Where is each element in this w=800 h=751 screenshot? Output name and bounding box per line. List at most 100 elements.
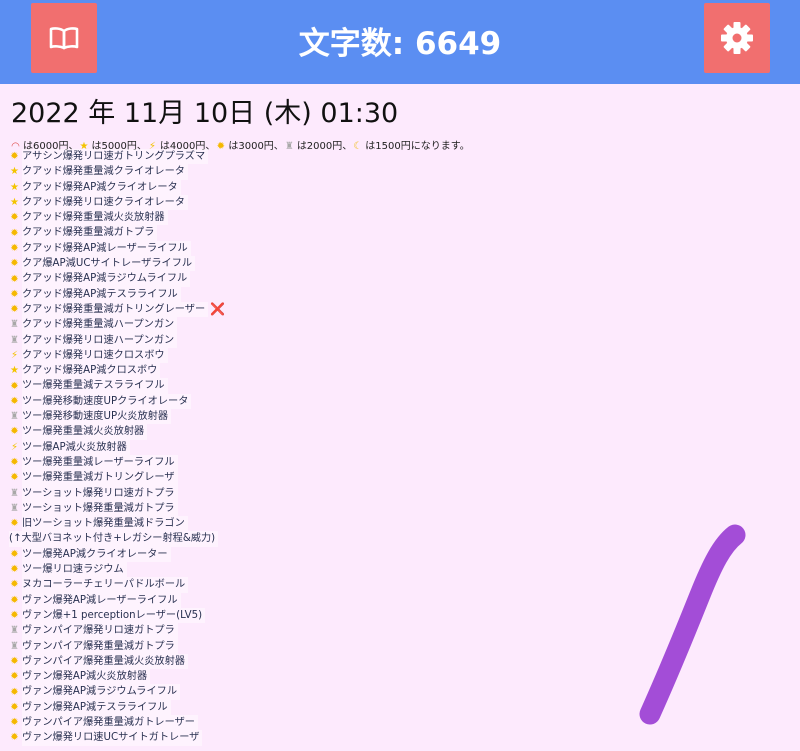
list-item-label: アサシン爆発リロ速ガトリングプラズマ	[22, 149, 209, 165]
list-item-label: ツー爆発重量減レーザーライフル	[22, 454, 178, 471]
settings-button[interactable]	[704, 3, 770, 73]
list-item: ✹ ツー爆発重量減ガトリングレーザ	[9, 470, 609, 486]
sun-icon: ✹	[10, 594, 19, 606]
list-item-label: (↑大型バヨネット付き+レガシー射程&威力)	[9, 531, 219, 547]
list-item: ✹ ツー爆発重量減テスラライフル	[9, 378, 609, 394]
star-icon: ★	[10, 181, 19, 193]
list-item-label: ヴァン爆発AP減レーザーライフル	[22, 592, 181, 608]
date-time-heading: 2022 年 11月 10日 (木) 01:30	[11, 98, 399, 129]
sun-icon: ✹	[10, 548, 19, 560]
sun-icon: ✹	[10, 227, 19, 239]
list-item: (↑大型バヨネット付き+レガシー射程&威力)	[9, 531, 609, 547]
list-item-label: クアッド爆発リロ速クライオレータ	[22, 194, 188, 211]
list-item-label: ツー爆発重量減テスラライフル	[22, 378, 168, 394]
star-icon: ★	[10, 365, 19, 377]
list-item: ♜ ヴァンパイア爆発リロ速ガトプラ	[9, 623, 609, 639]
list-item-label: ヌカコーラーチェリーパドルボール	[22, 577, 189, 593]
sun-icon: ✹	[10, 579, 19, 591]
list-item-label: ツー爆発AP減クライオレーター	[22, 546, 171, 563]
sun-icon: ✹	[10, 426, 19, 438]
sun-icon: ✹	[10, 380, 19, 392]
bag-icon: ♜	[10, 640, 19, 652]
list-item: ✹ ヴァンパイア爆発重量減ガトレーザー	[9, 714, 609, 731]
list-item-label: ツー爆リロ速ラジウム	[22, 562, 127, 578]
sun-icon: ✹	[10, 288, 19, 300]
list-item-label: クアッド爆発重量減ガトプラ	[22, 225, 158, 241]
list-item: ✹ クア爆AP減UCサイトレーザライフル	[9, 256, 609, 272]
list-item-label: ヴァン爆発AP減テスラライフル	[22, 699, 171, 715]
sun-icon: ✹	[10, 686, 19, 698]
list-item-label: ヴァンパイア爆発リロ速ガトプラ	[22, 623, 178, 639]
sun-icon: ✹	[10, 304, 19, 316]
list-item-label: クアッド爆発AP減クロスボウ	[22, 363, 161, 379]
sun-icon: ✹	[10, 655, 19, 667]
list-item: ✹ ヴァンパイア爆発重量減火炎放射器	[9, 653, 609, 670]
bag-icon: ♜	[10, 411, 19, 423]
list-item-label: クアッド爆発重量減クライオレータ	[22, 164, 188, 180]
list-item-label: ツーショット爆発重量減ガトプラ	[22, 500, 178, 517]
list-item-label: クアッド爆発AP減テスラライフル	[22, 286, 181, 302]
sun-icon: ✹	[10, 151, 19, 163]
list-item: ★ クアッド爆発AP減クロスボウ	[9, 363, 609, 379]
list-item: ✹ ツー爆発重量減レーザーライフル	[9, 454, 609, 471]
list-item-label: ツー爆発移動速度UPクライオレータ	[22, 393, 192, 410]
list-item-label: クアッド爆発AP減クライオレータ	[22, 179, 181, 195]
list-item-label: ツー爆発重量減火炎放射器	[22, 424, 148, 440]
list-item-label: ヴァンパイア爆発重量減ガトレーザー	[22, 714, 198, 731]
list-item-label: クアッド爆発重量減ハープンガン	[22, 317, 178, 333]
sun-icon: ✹	[10, 242, 19, 254]
sun-icon: ✹	[10, 457, 19, 469]
list-item: ✹ クアッド爆発重量減ガトプラ	[9, 225, 609, 241]
list-item: ♜ ツーショット爆発リロ速ガトプラ	[9, 485, 609, 501]
sun-icon: ✹	[10, 610, 19, 622]
bag-icon: ♜	[10, 625, 19, 637]
bag-icon: ♜	[10, 502, 19, 514]
sun-icon: ✹	[10, 564, 19, 576]
sun-icon: ✹	[10, 732, 19, 744]
bolt-icon: ⚡	[10, 350, 19, 361]
sun-icon: ✹	[10, 472, 19, 484]
list-item-label: ツー爆AP減火炎放射器	[22, 439, 130, 455]
list-item-label: ヴァン爆発リロ速UCサイトガトレーザ	[22, 730, 203, 746]
bag-icon: ♜	[10, 334, 19, 346]
list-item: ★ クアッド爆発重量減クライオレータ	[9, 164, 609, 180]
list-item: ✹ アサシン爆発リロ速ガトリングプラズマ	[9, 149, 609, 165]
list-item: ✹ ヴァン爆発AP減レーザーライフル	[9, 592, 609, 608]
sun-icon: ✹	[10, 273, 19, 285]
list-item-label: クアッド爆発リロ速ハープンガン	[22, 332, 178, 348]
list-item: ✹ ヴァン爆発AP減テスラライフル	[9, 699, 609, 715]
list-item-label: クア爆AP減UCサイトレーザライフル	[22, 256, 196, 272]
list-item: ✹ ヴァン爆+1 perceptionレーザー(LV5)	[9, 607, 609, 624]
list-item-label: ヴァン爆発AP減火炎放射器	[22, 669, 151, 685]
book-icon	[49, 27, 79, 50]
list-item: ♜ クアッド爆発重量減ハープンガン	[9, 317, 609, 333]
list-item: ✹ ツー爆発AP減クライオレーター	[9, 546, 609, 563]
list-item-label: ツー爆発移動速度UP火炎放射器	[22, 409, 172, 425]
cross-mark-icon: ❌	[210, 301, 226, 316]
list-item: ✹ 旧ツーショット爆発重量減ドラゴン	[9, 516, 609, 532]
list-item: ⚡ ツー爆AP減火炎放射器	[9, 439, 609, 455]
sun-icon: ✹	[10, 212, 19, 224]
list-item: ★ クアッド爆発リロ速クライオレータ	[9, 194, 609, 211]
list-item-label: ヴァンパイア爆発重量減ガトプラ	[22, 638, 178, 654]
list-item: ♜ クアッド爆発リロ速ハープンガン	[9, 332, 609, 348]
gear-icon	[721, 22, 753, 54]
bag-icon: ♜	[10, 487, 19, 499]
sun-icon: ✹	[10, 518, 19, 530]
sun-icon: ✹	[10, 701, 19, 713]
list-item: ★ クアッド爆発AP減クライオレータ	[9, 179, 609, 195]
list-item: ✹ ツー爆発重量減火炎放射器	[9, 424, 609, 440]
list-item-label: ヴァン爆+1 perceptionレーザー(LV5)	[22, 607, 206, 624]
item-list[interactable]: ✹ アサシン爆発リロ速ガトリングプラズマ ★ クアッド爆発重量減クライオレータ ★ クアッ…	[9, 149, 609, 746]
character-count-title: 文字数: 6649	[298, 26, 502, 62]
list-item-label: 旧ツーショット爆発重量減ドラゴン	[22, 516, 188, 532]
book-button[interactable]	[31, 3, 97, 73]
list-item: ✹ クアッド爆発AP減レーザーライフル	[9, 240, 609, 257]
bag-icon: ♜	[10, 319, 19, 331]
list-item: ✹ ヴァン爆発リロ速UCサイトガトレーザ	[9, 730, 609, 746]
sun-icon: ✹	[10, 258, 19, 270]
list-item-label: クアッド爆発リロ速クロスボウ	[22, 347, 168, 364]
list-item: ✹ クアッド爆発重量減火炎放射器	[9, 210, 609, 226]
star-icon: ★	[10, 197, 19, 209]
sun-icon: ✹	[10, 395, 19, 407]
